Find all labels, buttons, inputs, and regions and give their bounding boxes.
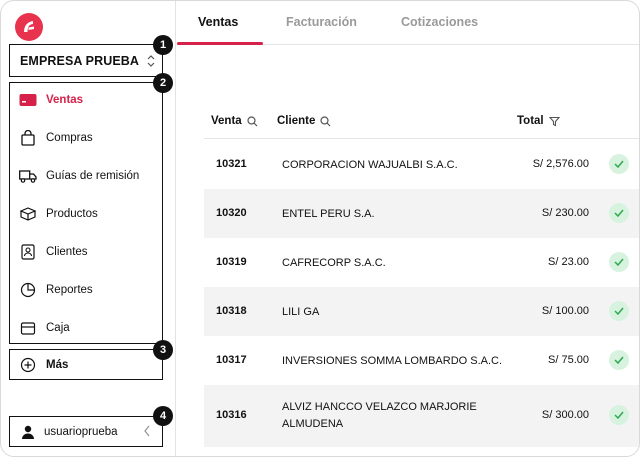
nav-item-guias[interactable]: Guías de remisión	[10, 161, 162, 191]
active-tab-indicator	[177, 42, 263, 45]
bag-icon	[19, 129, 37, 147]
nav-item-clientes[interactable]: Clientes	[10, 237, 162, 267]
column-label: Venta	[211, 115, 242, 127]
nav-item-label: Guías de remisión	[46, 170, 140, 182]
contact-icon	[19, 243, 37, 261]
app-window: EMPRESA PRUEBA Ventas Compras Guías de r…	[0, 0, 640, 457]
column-header-venta: Venta	[211, 115, 258, 127]
table-row[interactable]: 10321 CORPORACION WAJUALBI S.A.C. S/ 2,5…	[204, 140, 639, 189]
client-name: ENTEL PERU S.A.	[282, 208, 375, 220]
table-row[interactable]: 10318 LILI GA S/ 100.00	[204, 287, 639, 336]
client-name: INVERSIONES SOMMA LOMBARDO S.A.C.	[282, 355, 503, 367]
callout-badge-2: 2	[153, 73, 173, 93]
company-name: EMPRESA PRUEBA	[20, 53, 140, 68]
total-amount: S/ 100.00	[541, 305, 589, 317]
venta-number: 10316	[216, 409, 247, 421]
nav-item-label: Productos	[46, 208, 98, 220]
table-row[interactable]: 10319 CAFRECORP S.A.C. S/ 23.00	[204, 238, 639, 287]
column-header-cliente: Cliente	[277, 115, 331, 127]
pie-chart-icon	[19, 281, 37, 299]
truck-icon	[19, 167, 37, 185]
brand-logo-icon[interactable]	[15, 13, 43, 41]
sort-arrows-icon	[147, 55, 155, 67]
filter-icon[interactable]	[548, 116, 560, 127]
callout-badge-4: 4	[153, 406, 173, 426]
table-row[interactable]: 10317 INVERSIONES SOMMA LOMBARDO S.A.C. …	[204, 336, 639, 385]
nav-item-ventas[interactable]: Ventas	[10, 85, 162, 115]
column-label: Cliente	[277, 115, 316, 127]
nav-item-label: Reportes	[46, 284, 93, 296]
column-header-total: Total	[517, 115, 560, 127]
sidebar: EMPRESA PRUEBA Ventas Compras Guías de r…	[1, 1, 176, 456]
user-icon	[22, 425, 34, 439]
search-icon[interactable]	[320, 115, 331, 127]
company-selector[interactable]: EMPRESA PRUEBA	[9, 44, 163, 77]
client-name: CORPORACION WAJUALBI S.A.C.	[282, 159, 458, 171]
nav-item-productos[interactable]: Productos	[10, 199, 162, 229]
callout-badge-3: 3	[153, 340, 173, 360]
venta-number: 10317	[216, 354, 247, 366]
check-icon	[609, 301, 629, 321]
check-icon	[609, 252, 629, 272]
total-amount: S/ 2,576.00	[532, 158, 589, 170]
nav-item-reportes[interactable]: Reportes	[10, 275, 162, 305]
plus-circle-icon	[20, 357, 36, 372]
nav-item-label: Ventas	[46, 94, 84, 106]
client-name: CAFRECORP S.A.C.	[282, 257, 386, 269]
check-icon	[609, 203, 629, 223]
nav-item-label: Caja	[46, 322, 70, 334]
column-label: Total	[517, 115, 544, 127]
check-icon	[609, 350, 629, 370]
nav-item-label: Compras	[46, 132, 93, 144]
callout-badge-1: 1	[153, 35, 173, 55]
total-amount: S/ 230.00	[541, 207, 589, 219]
total-amount: S/ 23.00	[548, 256, 589, 268]
client-name: ALVIZ HANCCO VELAZCO MARJORIE ALMUDENA	[282, 401, 477, 430]
check-icon	[609, 405, 629, 425]
cashbox-icon	[19, 319, 37, 337]
user-menu[interactable]: usuarioprueba	[9, 416, 163, 447]
main-nav: Ventas Compras Guías de remisión Product…	[9, 82, 163, 344]
more-button[interactable]: Más	[9, 349, 163, 380]
nav-item-caja[interactable]: Caja	[10, 313, 162, 343]
tab-ventas[interactable]: Ventas	[198, 15, 238, 29]
tab-cotizaciones[interactable]: Cotizaciones	[401, 15, 478, 29]
venta-number: 10320	[216, 207, 247, 219]
check-icon	[609, 154, 629, 174]
search-icon[interactable]	[247, 115, 258, 127]
nav-item-label: Clientes	[46, 246, 88, 258]
nav-item-compras[interactable]: Compras	[10, 123, 162, 153]
venta-number: 10318	[216, 305, 247, 317]
tab-facturacion[interactable]: Facturación	[286, 15, 357, 29]
table-row[interactable]: 10320 ENTEL PERU S.A. S/ 230.00	[204, 189, 639, 238]
user-name: usuarioprueba	[44, 425, 118, 438]
card-icon	[19, 91, 37, 109]
box-icon	[19, 205, 37, 223]
venta-number: 10321	[216, 158, 247, 170]
total-amount: S/ 300.00	[541, 409, 589, 421]
table-header: Venta Cliente Total	[204, 105, 639, 139]
more-label: Más	[46, 358, 69, 371]
venta-number: 10319	[216, 256, 247, 268]
table-row[interactable]: 10316 ALVIZ HANCCO VELAZCO MARJORIE ALMU…	[204, 385, 639, 447]
total-amount: S/ 75.00	[548, 354, 589, 366]
chevron-left-icon[interactable]	[142, 424, 152, 438]
client-name: LILI GA	[282, 306, 320, 318]
tab-bar: Ventas Facturación Cotizaciones	[177, 1, 639, 45]
